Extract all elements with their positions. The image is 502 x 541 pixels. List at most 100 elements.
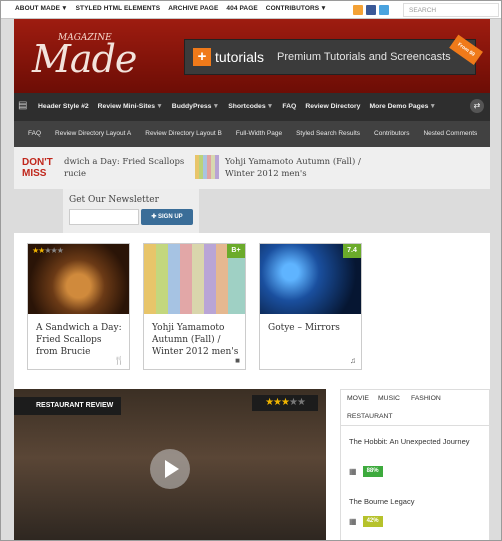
chevron-down-icon: ▼ [212,103,220,110]
newsletter-email-field[interactable] [69,209,139,225]
chevron-down-icon: ▼ [429,103,437,110]
featured-video[interactable]: 🍴 RESTAURANT REVIEW ★★★★★ [14,389,326,540]
shuffle-icon[interactable]: ⇄ [470,99,484,113]
nav-label: Review Mini-Sites [97,103,156,110]
article-title[interactable]: A Sandwich a Day: Fried Scallops from Br… [36,322,124,358]
rating-stars: ★★★★★ [32,246,64,255]
article-card[interactable]: B+ Yohji Yamamoto Autumn (Fall) / Winter… [143,243,246,370]
score-badge: 7.4 [343,244,361,258]
dont-miss-line1: DON'T [22,157,53,168]
newsletter-title: Get Our Newsletter [69,195,159,205]
film-icon: ▦ [349,467,357,476]
signup-button[interactable]: ✚ SIGN UP [141,209,193,225]
review-item[interactable]: The Hobbit: An Unexpected Journey ▦ 88% [349,436,485,477]
grade-badge: B+ [227,244,245,258]
nav-label: BuddyPress [171,103,212,110]
top-nav-label: CONTRIBUTORS [265,5,320,12]
nav-buddypress[interactable]: BuddyPress▼ [172,103,219,110]
score-badge: 42% [362,516,383,527]
plus-icon: ✚ [151,214,159,220]
reviews-tab-widget: MOVIE MUSIC FASHION RESTAURANT The Hobbi… [340,389,491,540]
play-button[interactable] [150,449,190,489]
subnav-review-dir-a[interactable]: Review Directory Layout A [55,130,131,137]
review-item[interactable]: The Bourne Legacy ▦ 42% [349,496,485,527]
banner-tagline: Premium Tutorials and Screencasts [277,51,451,63]
top-nav-archive[interactable]: ARCHIVE PAGE [168,5,218,12]
nav-review-mini-sites[interactable]: Review Mini-Sites▼ [98,103,163,110]
top-utility-bar: ABOUT MADE▼ STYLED HTML ELEMENTS ARCHIVE… [1,1,501,19]
top-nav-styled-html[interactable]: STYLED HTML ELEMENTS [76,5,161,12]
search-input[interactable]: SEARCH [403,3,499,17]
review-title[interactable]: The Bourne Legacy [349,496,485,508]
nav-review-directory[interactable]: Review Directory [305,103,360,110]
nav-faq[interactable]: FAQ [282,103,296,110]
chevron-down-icon: ▼ [266,103,274,110]
stars-empty: ★★ [288,397,306,408]
site-logo[interactable]: Made [32,37,137,81]
twitter-icon[interactable] [379,5,389,15]
article-card[interactable]: 7.4 Gotye – Mirrors ♫ [259,243,362,370]
tab-restaurant[interactable]: RESTAURANT [347,413,393,420]
subnav-faq[interactable]: FAQ [28,130,41,137]
chevron-down-icon: ▼ [61,5,68,12]
rss-icon[interactable] [353,5,363,15]
article-title[interactable]: Yohji Yamamoto Autumn (Fall) / Winter 20… [152,322,240,358]
top-nav-about[interactable]: ABOUT MADE▼ [15,5,68,12]
secondary-nav: FAQ Review Directory Layout A Review Dir… [14,121,490,147]
search-placeholder: SEARCH [409,7,437,14]
social-links [353,5,389,15]
dont-miss-label: DON'T MISS [22,157,53,179]
subnav-contributors[interactable]: Contributors [374,130,409,137]
music-note-icon: ♫ [350,356,356,365]
dont-miss-item[interactable]: dwich a Day: Fried Scallops rucie [64,156,194,180]
bag-icon: ■ [235,356,240,365]
article-card[interactable]: ★★★★★ A Sandwich a Day: Fried Scallops f… [27,243,130,370]
home-icon[interactable]: ▤ [18,101,28,111]
tab-movie[interactable]: MOVIE [347,395,369,402]
chevron-down-icon: ▼ [320,5,327,12]
review-meta: ▦ 88% [349,466,383,477]
review-meta: ▦ 42% [349,516,383,527]
nav-shortcodes[interactable]: Shortcodes▼ [228,103,273,110]
stars-filled: ★★★ [265,397,290,408]
dont-miss-line2: MISS [22,168,47,179]
tab-fashion[interactable]: FASHION [411,395,441,402]
stars-filled: ★★ [32,246,45,255]
tab-bar: MOVIE MUSIC FASHION RESTAURANT [341,390,491,426]
dont-miss-thumbnail[interactable] [195,155,219,179]
chevron-down-icon: ▼ [156,103,163,110]
article-title[interactable]: Gotye – Mirrors [268,322,356,334]
dont-miss-bar: DON'T MISS dwich a Day: Fried Scallops r… [14,147,490,189]
signup-label: SIGN UP [158,214,183,220]
banner-brand: tutorials [215,49,265,65]
subnav-nested-comments[interactable]: Nested Comments [423,130,477,137]
secondary-nav-items: FAQ Review Directory Layout A Review Dir… [28,130,477,137]
utensils-icon: 🍴 [114,356,124,365]
nav-header-style[interactable]: Header Style #2 [38,103,89,110]
top-nav-label: ABOUT MADE [15,5,61,12]
stars-empty: ★★★ [44,246,63,255]
dont-miss-item[interactable]: Yohji Yamamoto Autumn (Fall) / Winter 20… [225,156,365,180]
featured-category-label[interactable]: RESTAURANT REVIEW [14,397,122,415]
plus-icon: + [193,48,211,66]
newsletter-box: Get Our Newsletter ✚ SIGN UP [63,189,199,233]
score-badge: 88% [362,466,383,477]
subnav-review-dir-b[interactable]: Review Directory Layout B [145,130,222,137]
review-title[interactable]: The Hobbit: An Unexpected Journey [349,436,485,448]
film-icon: ▦ [349,517,357,526]
top-nav-404[interactable]: 404 PAGE [226,5,257,12]
facebook-icon[interactable] [366,5,376,15]
primary-nav-items: Header Style #2 Review Mini-Sites▼ Buddy… [38,103,436,110]
page-frame: ABOUT MADE▼ STYLED HTML ELEMENTS ARCHIVE… [0,0,502,541]
nav-label: Shortcodes [228,103,266,110]
subnav-styled-search[interactable]: Styled Search Results [296,130,360,137]
primary-nav: ▤ Header Style #2 Review Mini-Sites▼ Bud… [14,93,490,121]
site-header: MAGAZINE Made + tutorials Premium Tutori… [14,19,490,93]
top-nav-contributors[interactable]: CONTRIBUTORS▼ [266,5,327,12]
tab-music[interactable]: MUSIC [378,395,400,402]
subnav-full-width[interactable]: Full-Width Page [236,130,282,137]
banner-ribbon: From $9 [449,34,483,65]
ad-banner[interactable]: + tutorials Premium Tutorials and Screen… [184,34,483,75]
main-content: ★★★★★ A Sandwich a Day: Fried Scallops f… [14,233,491,540]
nav-more-demo-pages[interactable]: More Demo Pages▼ [369,103,436,110]
